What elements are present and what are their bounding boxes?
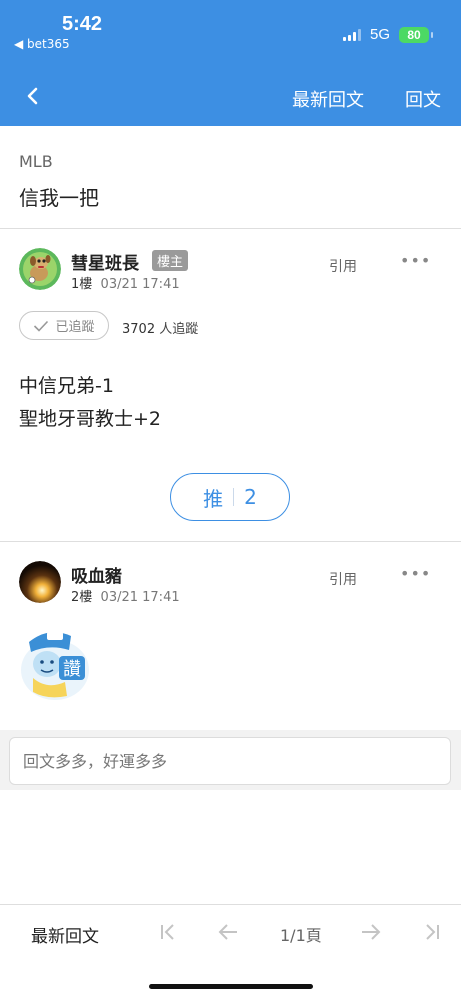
follow-label: 已追蹤 <box>55 320 95 335</box>
post-author[interactable]: 吸血豬 <box>71 562 122 587</box>
follow-number: 3702 <box>122 322 156 337</box>
last-page-icon[interactable] <box>419 921 443 943</box>
post-floor: 1樓 <box>71 277 93 292</box>
first-page-icon[interactable] <box>157 921 181 943</box>
push-label: 推 <box>203 486 224 511</box>
latest-reply-button[interactable]: 最新回文 <box>292 86 364 112</box>
next-page-icon[interactable] <box>359 921 383 943</box>
post-time: 03/21 17:41 <box>100 277 180 292</box>
op-badge: 樓主 <box>152 250 189 271</box>
status-time: 5:42 <box>62 13 103 35</box>
push-button[interactable]: 推 2 <box>170 473 290 521</box>
back-chevron-icon[interactable] <box>22 84 44 108</box>
follow-count: 3702 人追蹤 <box>122 318 198 337</box>
app-header: 5:42 ◀ bet365 5G 80 最新回文 回文 <box>0 0 461 126</box>
battery-icon: 80 <box>399 26 433 43</box>
footer-latest-reply-button[interactable]: 最新回文 <box>31 922 99 947</box>
battery-level: 80 <box>407 27 421 42</box>
back-to-app-link[interactable]: ◀ bet365 <box>14 37 70 51</box>
check-icon <box>34 320 49 332</box>
content-line: 中信兄弟-1 <box>19 375 114 397</box>
avatar[interactable] <box>19 561 61 603</box>
content-line: 聖地牙哥教士+2 <box>19 408 162 430</box>
post-meta: 2樓 03/21 17:41 <box>71 586 180 605</box>
post-floor: 2樓 <box>71 590 93 605</box>
sticker-text: 讚 <box>63 659 81 680</box>
status-indicators: 5G 80 <box>342 26 433 43</box>
footer-divider <box>0 904 461 905</box>
avatar-candle-image <box>19 561 61 603</box>
reply-button[interactable]: 回文 <box>405 86 441 112</box>
divider <box>0 541 461 542</box>
thumbs-up-sticker: 讚 <box>21 632 89 700</box>
page-indicator: 1/1頁 <box>280 926 322 945</box>
divider <box>0 228 461 229</box>
quote-button[interactable]: 引用 <box>329 256 357 276</box>
signal-icon <box>342 28 361 41</box>
board-name[interactable]: MLB <box>19 152 53 171</box>
more-icon[interactable]: ••• <box>400 251 431 270</box>
push-divider <box>233 488 235 506</box>
prev-page-icon[interactable] <box>216 921 240 943</box>
reply-input[interactable] <box>9 737 451 785</box>
follow-button[interactable]: 已追蹤 <box>19 311 109 340</box>
follow-suffix: 人追蹤 <box>159 322 199 337</box>
home-indicator[interactable] <box>149 984 313 989</box>
avatar[interactable] <box>19 248 61 290</box>
network-type: 5G <box>369 26 390 43</box>
more-icon[interactable]: ••• <box>400 564 431 583</box>
push-count: 2 <box>244 485 257 509</box>
post-meta: 1樓 03/21 17:41 <box>71 273 180 292</box>
quote-button[interactable]: 引用 <box>329 569 357 589</box>
thread-title: 信我一把 <box>19 186 99 210</box>
post-time: 03/21 17:41 <box>100 590 180 605</box>
post-author[interactable]: 彗星班長 <box>71 249 139 274</box>
avatar-dog-image <box>19 248 61 290</box>
post-content: 中信兄弟-1 聖地牙哥教士+2 <box>19 370 161 436</box>
